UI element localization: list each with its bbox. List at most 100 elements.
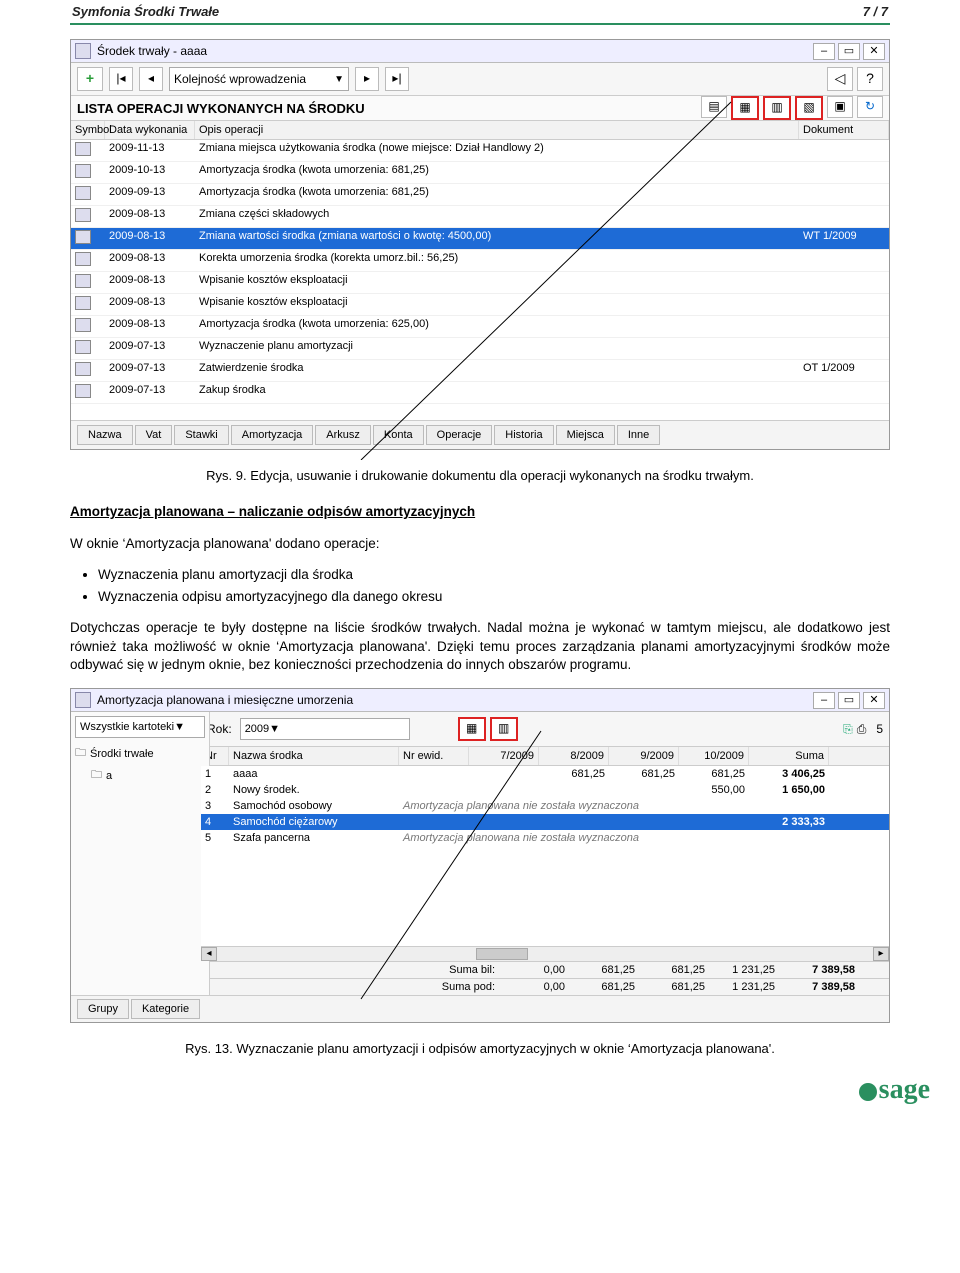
minimize-button[interactable]: – [813, 43, 835, 60]
doc-list-icon[interactable]: ▥ [763, 96, 791, 120]
paragraph: W oknie ‘Amortyzacja planowana' dodano o… [70, 535, 890, 553]
sum-row-pod: Suma pod: 0,00681,25681,251 231,257 389,… [201, 978, 889, 995]
table-row[interactable]: 1aaaa681,25681,25681,253 406,25 [201, 766, 889, 782]
next-button[interactable]: ▸ [355, 67, 379, 91]
row-count: 5 [876, 722, 883, 736]
close-button[interactable]: ✕ [863, 43, 885, 60]
asset-tabs: NazwaVatStawkiAmortyzacjaArkuszKontaOper… [71, 420, 889, 449]
paragraph: Dotychczas operacje te były dostępne na … [70, 619, 890, 674]
doc-edit-icon[interactable]: ▦ [731, 96, 759, 120]
tab-amortyzacja[interactable]: Amortyzacja [231, 425, 314, 445]
row-icon [75, 362, 91, 376]
properties-icon[interactable]: ▣ [827, 96, 853, 118]
doc-print-icon[interactable]: ▧ [795, 96, 823, 120]
tab-stawki[interactable]: Stawki [174, 425, 228, 445]
table-row[interactable]: 2009-08-13Zmiana części składowych [71, 206, 889, 228]
close-button[interactable]: ✕ [863, 692, 885, 709]
table-row[interactable]: 2009-10-13Amortyzacja środka (kwota umor… [71, 162, 889, 184]
tab-historia[interactable]: Historia [494, 425, 553, 445]
tab-vat[interactable]: Vat [135, 425, 173, 445]
window-amortization: Amortyzacja planowana i miesięczne umorz… [70, 688, 890, 1023]
row-icon [75, 230, 91, 244]
table-row[interactable]: 5Szafa pancernaAmortyzacja planowana nie… [201, 830, 889, 846]
table-row[interactable]: 4Samochód ciężarowy2 333,33 [201, 814, 889, 830]
year-combo[interactable]: 2009▼ [240, 718, 410, 740]
grid-body: 1aaaa681,25681,25681,253 406,252Nowy śro… [201, 766, 889, 946]
app-icon [75, 43, 91, 59]
table-row[interactable]: 2Nowy środek.550,001 650,00 [201, 782, 889, 798]
figure-caption-9: Rys. 9. Edycja, usuwanie i drukowanie do… [70, 468, 890, 483]
header-rule [70, 23, 890, 25]
last-button[interactable]: ▸| [385, 67, 409, 91]
sort-combo[interactable]: Kolejność wprowadzenia ▼ [169, 67, 349, 91]
first-button[interactable]: |◂ [109, 67, 133, 91]
app-icon [75, 692, 91, 708]
table-row[interactable]: 2009-09-13Amortyzacja środka (kwota umor… [71, 184, 889, 206]
row-icon [75, 186, 91, 200]
table-row[interactable]: 2009-08-13Amortyzacja środka (kwota umor… [71, 316, 889, 338]
row-icon [75, 318, 91, 332]
ops-table-body: 2009-11-13Zmiana miejsca użytkowania śro… [71, 140, 889, 420]
table-row[interactable]: 2009-07-13Zakup środka [71, 382, 889, 404]
chevron-down-icon: ▼ [334, 74, 344, 85]
row-icon [75, 384, 91, 398]
table-row[interactable]: 2009-08-13Korekta umorzenia środka (kore… [71, 250, 889, 272]
tree-item[interactable]: 🗀 a [91, 766, 205, 785]
tab-operacje[interactable]: Operacje [426, 425, 493, 445]
doc-title: Symfonia Środki Trwałe [72, 4, 219, 19]
table-row[interactable]: 3Samochód osobowyAmortyzacja planowana n… [201, 798, 889, 814]
window-title: Środek trwały - aaaa [97, 44, 207, 58]
tab-konta[interactable]: Konta [373, 425, 424, 445]
doc-view-icon[interactable]: ▤ [701, 96, 727, 118]
print-icon[interactable]: ⎙ [857, 722, 867, 737]
figure-caption-13: Rys. 13. Wyznaczanie planu amortyzacji i… [70, 1041, 890, 1056]
folder-icon: 🗀 [75, 744, 86, 763]
table-row[interactable]: 2009-08-13Wpisanie kosztów eksploatacji [71, 294, 889, 316]
table-row[interactable]: 2009-07-13Zatwierdzenie środkaOT 1/2009 [71, 360, 889, 382]
grid-header: NrNazwa środkaNr ewid. 7/20098/20099/200… [201, 747, 889, 766]
add-button[interactable]: + [77, 67, 103, 91]
refresh-icon[interactable]: ↻ [857, 96, 883, 118]
folder-icon: 🗀 [91, 766, 102, 785]
tab-arkusz[interactable]: Arkusz [315, 425, 371, 445]
rok-label: Rok: [207, 722, 232, 736]
tree-root[interactable]: 🗀 Środki trwałe [75, 744, 205, 763]
scroll-thumb[interactable] [476, 948, 528, 960]
sum-row-bil: Suma bil: 0,00681,25681,251 231,257 389,… [201, 961, 889, 978]
sage-logo: sage [859, 1074, 930, 1106]
row-icon [75, 142, 91, 156]
chevron-down-icon: ▼ [269, 723, 280, 735]
table-row[interactable]: 2009-08-13Zmiana wartości środka (zmiana… [71, 228, 889, 250]
chevron-down-icon: ▼ [174, 721, 185, 733]
scroll-left-icon[interactable]: ◂ [201, 947, 217, 961]
help-button[interactable]: ? [857, 67, 883, 91]
calc-writeoff-icon[interactable]: ▥ [490, 717, 518, 741]
prev-button[interactable]: ◂ [139, 67, 163, 91]
h-scrollbar[interactable]: ◂ ▸ [201, 946, 889, 961]
maximize-button[interactable]: ▭ [838, 43, 860, 60]
bottom-tabs: GrupyKategorie [71, 995, 889, 1022]
window-asset-ops: Środek trwały - aaaa – ▭ ✕ + |◂ ◂ Kolejn… [70, 39, 890, 450]
tab-grupy[interactable]: Grupy [77, 999, 129, 1019]
table-row[interactable]: 2009-11-13Zmiana miejsca użytkowania śro… [71, 140, 889, 162]
tab-kategorie[interactable]: Kategorie [131, 999, 200, 1019]
back-button[interactable]: ◁ [827, 67, 853, 91]
bullet-item: Wyznaczenia planu amortyzacji dla środka [98, 566, 890, 584]
table-row[interactable]: 2009-07-13Wyznaczenie planu amortyzacji [71, 338, 889, 360]
table-row[interactable]: 2009-08-13Wpisanie kosztów eksploatacji [71, 272, 889, 294]
calc-plan-icon[interactable]: ▦ [458, 717, 486, 741]
page-number: 7 / 7 [863, 4, 888, 19]
section-heading: Amortyzacja planowana – naliczanie odpis… [70, 504, 475, 519]
tab-nazwa[interactable]: Nazwa [77, 425, 133, 445]
export-icon[interactable]: ⎘ [843, 722, 853, 737]
tab-miejsca[interactable]: Miejsca [556, 425, 615, 445]
filter-combo[interactable]: Wszystkie kartoteki▼ [75, 716, 205, 738]
row-icon [75, 208, 91, 222]
bullet-item: Wyznaczenia odpisu amortyzacyjnego dla d… [98, 588, 890, 606]
tab-inne[interactable]: Inne [617, 425, 660, 445]
tree-panel: Wszystkie kartoteki▼ 🗀 Środki trwałe 🗀 a [71, 712, 210, 995]
maximize-button[interactable]: ▭ [838, 692, 860, 709]
window-title: Amortyzacja planowana i miesięczne umorz… [97, 693, 353, 707]
scroll-right-icon[interactable]: ▸ [873, 947, 889, 961]
minimize-button[interactable]: – [813, 692, 835, 709]
